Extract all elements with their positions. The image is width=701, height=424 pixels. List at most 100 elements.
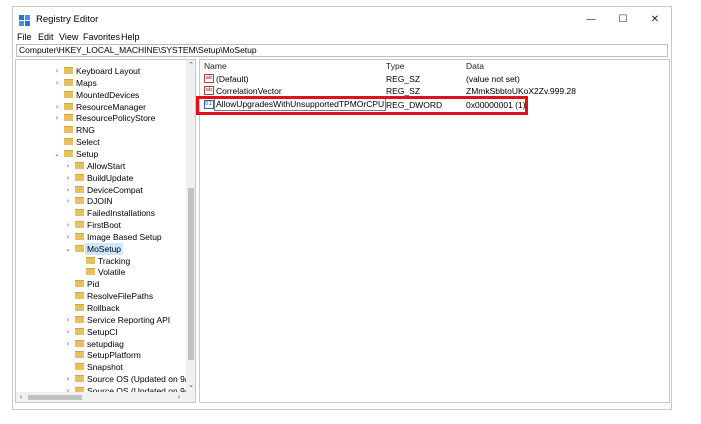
expand-chevron-icon[interactable]: › [53, 65, 61, 77]
tree-item-label: Snapshot [87, 362, 123, 373]
expand-chevron-icon [53, 89, 61, 101]
folder-icon [64, 138, 73, 146]
tree-item-label: setupdiag [87, 338, 124, 349]
value-row[interactable]: ab (Default) REG_SZ (value not set) [200, 73, 669, 85]
folder-icon [75, 173, 84, 181]
registry-editor-window: Registry Editor — ☐ ✕ File Edit View Fav… [12, 6, 672, 410]
tree-vertical-scroll-thumb[interactable] [188, 188, 194, 360]
menu-view[interactable]: View [59, 32, 78, 42]
column-header-name[interactable]: Name [204, 61, 227, 71]
folder-icon [86, 256, 95, 264]
scroll-down-arrow[interactable]: ⌄ [186, 380, 195, 390]
string-value-icon: ab [204, 86, 214, 95]
folder-icon [75, 304, 84, 311]
folder-icon [75, 197, 84, 205]
folder-icon [75, 327, 84, 335]
expand-chevron-icon[interactable]: › [64, 184, 72, 196]
expand-chevron-icon [64, 207, 72, 219]
expand-chevron-icon[interactable]: › [64, 172, 72, 184]
title-bar[interactable]: Registry Editor — ☐ ✕ [13, 7, 671, 33]
expand-chevron-icon [64, 361, 72, 373]
folder-icon [75, 363, 84, 371]
value-row-selected[interactable]: 011 AllowUpgradesWithUnsupportedTPMOrCPU… [200, 98, 669, 111]
registry-key-tree[interactable]: › Keyboard Layout › Maps MountedDevices › Reso… [15, 59, 196, 403]
expand-chevron-icon[interactable]: › [64, 373, 72, 385]
expand-chevron-icon [64, 290, 72, 302]
folder-icon [64, 149, 73, 157]
tree-item-label: ResourcePolicyStore [76, 113, 156, 124]
scroll-left-arrow[interactable]: ‹ [16, 392, 26, 402]
tree-item-label: BuildUpdate [87, 172, 134, 183]
tree-horizontal-scroll-thumb[interactable] [28, 395, 82, 400]
expand-chevron-icon[interactable]: › [64, 231, 72, 243]
value-row[interactable]: ab CorrelationVector REG_SZ ZMmkSbbtoUKo… [200, 85, 669, 97]
value-data: (value not set) [466, 74, 520, 84]
tree-vertical-scrollbar[interactable]: ⌃ ⌄ [186, 60, 195, 402]
expand-chevron-icon[interactable]: › [64, 326, 72, 338]
string-value-icon: ab [204, 74, 214, 83]
expand-chevron-icon [64, 278, 72, 290]
tree-item-label: Tracking [98, 255, 131, 266]
expand-chevron-icon[interactable]: › [53, 77, 61, 89]
folder-icon [75, 375, 84, 383]
tree-item-label: SetupCI [87, 326, 118, 337]
menu-edit[interactable]: Edit [38, 32, 54, 42]
tree-item-label: Volatile [98, 267, 126, 278]
expand-chevron-icon[interactable]: › [53, 112, 61, 124]
expand-chevron-icon [64, 302, 72, 314]
value-name: CorrelationVector [216, 86, 282, 96]
value-type: REG_SZ [386, 74, 421, 84]
expand-chevron-icon[interactable]: › [64, 338, 72, 350]
value-name: (Default) [216, 74, 249, 84]
menu-help[interactable]: Help [121, 32, 140, 42]
column-header-data[interactable]: Data [466, 61, 484, 71]
folder-icon [75, 292, 84, 300]
tree-item-label: Service Reporting API [87, 314, 171, 325]
value-type: REG_SZ [386, 86, 421, 96]
tree-item-label: Image Based Setup [87, 231, 162, 242]
tree-item-label: ResourceManager [76, 101, 146, 112]
value-data: ZMmkSbbtoUKoX2Zv.999.28 [466, 86, 576, 96]
column-header-type[interactable]: Type [386, 61, 404, 71]
menu-favorites[interactable]: Favorites [83, 32, 120, 42]
tree-item-label: AllowStart [87, 160, 126, 171]
tree-item-label: Pid [87, 279, 100, 290]
expand-chevron-icon [53, 136, 61, 148]
collapse-chevron-icon[interactable]: ⌄ [53, 148, 61, 160]
tree-item-label: FailedInstallations [87, 208, 156, 219]
tree-item-label: RNG [76, 125, 95, 136]
expand-chevron-icon[interactable]: › [64, 160, 72, 172]
tree-item-label: MoSetup [85, 242, 124, 255]
minimize-button[interactable]: — [575, 7, 607, 33]
expand-chevron-icon [75, 255, 83, 267]
folder-icon [64, 67, 73, 74]
folder-icon [86, 268, 95, 276]
value-type: REG_DWORD [386, 100, 443, 110]
registry-values-list[interactable]: Name Type Data ab (Default) REG_SZ (valu… [199, 59, 670, 403]
collapse-chevron-icon[interactable]: ⌄ [64, 243, 72, 255]
folder-icon [75, 209, 84, 217]
binary-value-icon: 011 [204, 100, 216, 109]
scroll-up-arrow[interactable]: ⌃ [186, 60, 195, 70]
tree-item-label: Keyboard Layout [76, 66, 141, 76]
expand-chevron-icon[interactable]: › [64, 195, 72, 207]
expand-chevron-icon [75, 266, 83, 278]
maximize-button[interactable]: ☐ [607, 7, 639, 33]
registry-editor-app-icon [19, 15, 30, 26]
address-bar[interactable]: Computer\HKEY_LOCAL_MACHINE\SYSTEM\Setup… [16, 44, 668, 57]
tree-item-label: ResolveFilePaths [87, 291, 154, 302]
folder-icon [64, 102, 73, 110]
expand-chevron-icon[interactable]: › [64, 219, 72, 231]
menu-file[interactable]: File [17, 32, 32, 42]
close-button[interactable]: ✕ [639, 7, 671, 33]
expand-chevron-icon[interactable]: › [64, 314, 72, 326]
folder-icon [75, 280, 84, 288]
folder-icon [75, 351, 84, 359]
window-title: Registry Editor [36, 14, 99, 25]
scroll-right-arrow[interactable]: › [174, 392, 184, 402]
tree-item-label: Source OS (Updated on 9/28 [87, 374, 196, 385]
tree-horizontal-scrollbar[interactable]: ‹ › [16, 392, 186, 402]
tree-item-label: MountedDevices [76, 89, 140, 100]
value-name-rename-field[interactable]: AllowUpgradesWithUnsupportedTPMOrCPU [214, 98, 387, 111]
expand-chevron-icon[interactable]: › [53, 101, 61, 113]
